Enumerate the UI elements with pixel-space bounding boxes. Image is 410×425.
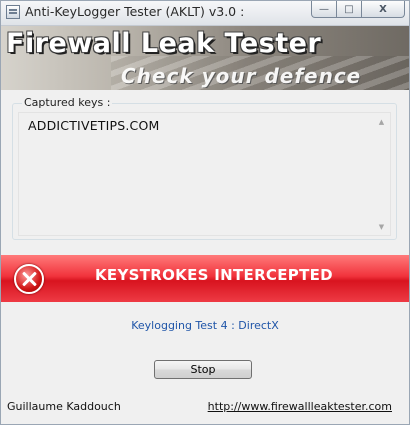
header-banner: Firewall Leak Tester Check your defence bbox=[1, 26, 409, 90]
author-name: Guillaume Kaddouch bbox=[7, 400, 121, 413]
app-icon[interactable] bbox=[6, 5, 20, 19]
website-link[interactable]: http://www.firewallleaktester.com bbox=[208, 400, 392, 413]
app-window: Anti-KeyLogger Tester (AKLT) v3.0 : — □ … bbox=[0, 0, 410, 425]
minimize-button[interactable]: — bbox=[311, 1, 337, 18]
maximize-button[interactable]: □ bbox=[337, 1, 362, 18]
captured-keys-text: ADDICTIVETIPS.COM bbox=[28, 118, 160, 133]
scroll-down-arrow-icon[interactable]: ▼ bbox=[373, 218, 390, 235]
banner-subtitle: Check your defence bbox=[121, 64, 362, 88]
banner-title: Firewall Leak Tester bbox=[6, 28, 322, 59]
stop-button[interactable]: Stop bbox=[154, 360, 252, 379]
alert-banner: KEYSTROKES INTERCEPTED bbox=[1, 255, 409, 302]
close-button[interactable]: X bbox=[362, 1, 405, 18]
window-title: Anti-KeyLogger Tester (AKLT) v3.0 : bbox=[25, 4, 245, 19]
captured-keys-textarea[interactable]: ADDICTIVETIPS.COM ▲ ▼ bbox=[18, 112, 391, 236]
error-x-icon bbox=[14, 264, 44, 294]
title-bar[interactable]: Anti-KeyLogger Tester (AKLT) v3.0 : — □ … bbox=[1, 1, 409, 26]
captured-keys-label: Captured keys : bbox=[22, 96, 113, 109]
scroll-up-arrow-icon[interactable]: ▲ bbox=[373, 113, 390, 130]
alert-message: KEYSTROKES INTERCEPTED bbox=[95, 266, 333, 284]
test-name: Keylogging Test 4 : DirectX bbox=[131, 319, 279, 332]
vertical-scrollbar[interactable]: ▲ ▼ bbox=[373, 113, 390, 235]
window-controls: — □ X bbox=[311, 1, 405, 19]
captured-keys-group: Captured keys : ADDICTIVETIPS.COM ▲ ▼ bbox=[12, 96, 397, 240]
